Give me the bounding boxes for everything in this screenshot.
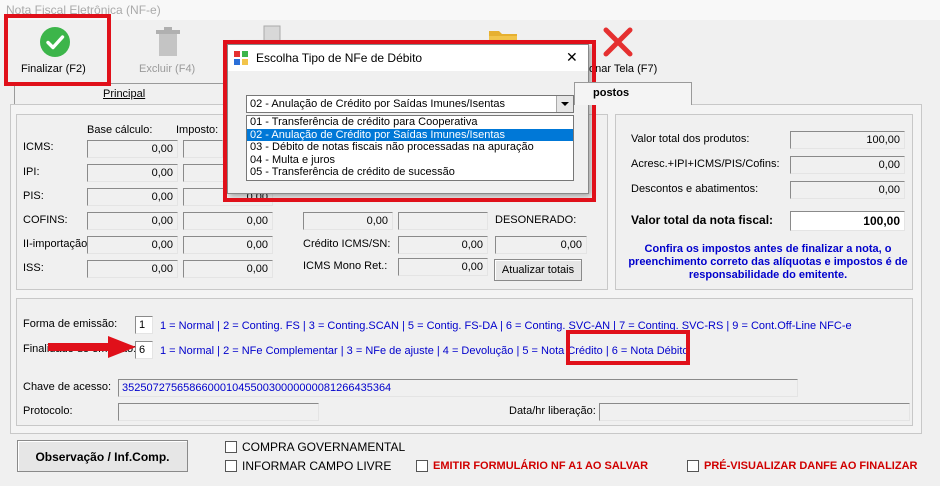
emitir-form-label: EMITIR FORMULÁRIO NF A1 AO SALVAR [433, 460, 649, 472]
icms-mono-label: ICMS Mono Ret.: [303, 260, 388, 272]
valor-nota-field[interactable]: 100,00 [790, 211, 905, 231]
ii-importacao-label: II-importação: [23, 238, 91, 250]
dropdown-option[interactable]: 03 - Débito de notas fiscais não process… [247, 141, 573, 154]
credito-icms-label: Crédito ICMS/SN: [303, 238, 391, 250]
observacao-button[interactable]: Observação / Inf.Comp. [17, 440, 188, 472]
document-icon [263, 25, 281, 43]
cofins-base-field[interactable]: 0,00 [87, 212, 178, 230]
credito-icms-field-2[interactable]: 0,00 [495, 236, 587, 254]
iss-base-field[interactable]: 0,00 [87, 260, 178, 278]
ipi-label: IPI: [23, 166, 40, 178]
excluir-label: Excluir (F4) [139, 63, 196, 75]
dialog-title: Escolha Tipo de NFe de Débito [256, 51, 423, 65]
icms-base-field[interactable]: 0,00 [87, 140, 178, 158]
iss-label: ISS: [23, 262, 44, 274]
dropdown-option[interactable]: 04 - Multa e juros [247, 154, 573, 167]
protocolo-field[interactable] [118, 403, 319, 421]
fechar-tela-label: onar Tela (F7) [589, 63, 658, 75]
campo-livre-label: INFORMAR CAMPO LIVRE [242, 459, 392, 473]
descontos-field[interactable]: 0,00 [790, 181, 905, 199]
warning-text: Confira os impostos antes de finalizar a… [628, 243, 908, 281]
pre-visualizar-checkbox[interactable] [687, 460, 699, 472]
atualizar-totais-button[interactable]: Atualizar totais [494, 259, 582, 281]
trash-icon [156, 27, 180, 56]
acresc-label: Acresc.+IPI+ICMS/PIS/Cofins: [631, 158, 780, 170]
tipo-nfe-dropdown-list: 01 - Transferência de crédito para Coope… [246, 115, 574, 181]
tab-principal-label: Principal [103, 88, 146, 100]
ii-base-field[interactable]: 0,00 [87, 236, 178, 254]
dropdown-option[interactable]: 05 - Transferência de crédito de sucessã… [247, 166, 573, 179]
valor-produtos-label: Valor total dos produtos: [631, 133, 750, 145]
forma-emissao-options: 1 = Normal | 2 = Conting. FS | 3 = Conti… [160, 320, 852, 332]
forma-emissao-label: Forma de emissão: [23, 318, 118, 330]
cofins-extra-field-2[interactable] [398, 212, 488, 230]
pis-label: PIS: [23, 190, 44, 202]
icms-imposto-field[interactable] [183, 140, 223, 158]
iss-imposto-field[interactable]: 0,00 [183, 260, 273, 278]
emitir-form-checkbox[interactable] [416, 460, 428, 472]
pre-visualizar-label: PRÉ-VISUALIZAR DANFE AO FINALIZAR [704, 460, 918, 472]
data-liberacao-field[interactable] [599, 403, 910, 421]
tab-impostos[interactable]: postos [574, 82, 692, 105]
window-title: Nota Fiscal Eletrônica (NF-e) [6, 3, 161, 17]
tipo-nfe-debito-dialog: Escolha Tipo de NFe de Débito ✕ 02 - Anu… [227, 44, 589, 194]
ipi-base-field[interactable]: 0,00 [87, 164, 178, 182]
chave-acesso-label: Chave de acesso: [23, 381, 112, 393]
ii-imposto-field[interactable]: 0,00 [183, 236, 273, 254]
cofins-imposto-field[interactable]: 0,00 [183, 212, 273, 230]
icms-label: ICMS: [23, 141, 54, 153]
combobox-selected-text: 02 - Anulação de Crédito por Saídas Imun… [250, 98, 505, 110]
close-x-icon [603, 27, 633, 57]
credito-icms-field-1[interactable]: 0,00 [398, 236, 488, 254]
acresc-field[interactable]: 0,00 [790, 156, 905, 174]
check-circle-icon [40, 27, 70, 57]
campo-livre-checkbox[interactable] [225, 460, 237, 472]
valor-produtos-field[interactable]: 100,00 [790, 131, 905, 149]
tipo-nfe-combobox[interactable]: 02 - Anulação de Crédito por Saídas Imun… [246, 95, 574, 113]
dropdown-option[interactable]: 01 - Transferência de crédito para Coope… [247, 116, 573, 129]
dialog-titlebar: Escolha Tipo de NFe de Débito ✕ [228, 45, 588, 71]
cofins-extra-field[interactable]: 0,00 [303, 212, 393, 230]
compra-gov-label: COMPRA GOVERNAMENTAL [242, 440, 406, 454]
window-titlebar: Nota Fiscal Eletrônica (NF-e) [0, 0, 940, 20]
descontos-label: Descontos e abatimentos: [631, 183, 759, 195]
dropdown-option-selected[interactable]: 02 - Anulação de Crédito por Saídas Imun… [247, 128, 573, 142]
compra-gov-checkbox[interactable] [225, 441, 237, 453]
chevron-down-icon[interactable] [556, 96, 573, 112]
chave-acesso-field[interactable]: 3525072756586600010455003000000008126643… [118, 379, 798, 397]
valor-nota-label: Valor total da nota fiscal: [631, 213, 774, 227]
finalizar-button[interactable]: Finalizar (F2) [6, 20, 106, 82]
pis-base-field[interactable]: 0,00 [87, 188, 178, 206]
dialog-close-icon[interactable]: ✕ [566, 49, 578, 66]
red-arrow-annotation [48, 336, 136, 358]
tab-principal[interactable]: Principal [14, 83, 259, 104]
data-liberacao-label: Data/hr liberação: [509, 405, 596, 417]
tab-impostos-label: postos [593, 87, 630, 99]
app-icon [234, 51, 248, 65]
imposto-header: Imposto: [176, 124, 219, 136]
finalizar-label: Finalizar (F2) [21, 63, 86, 75]
excluir-button[interactable]: Excluir (F4) [130, 20, 210, 82]
base-header: Base cálculo: [87, 124, 153, 136]
finalidade-emissao-options: 1 = Normal | 2 = NFe Complementar | 3 = … [160, 345, 689, 357]
fechar-tela-button[interactable]: onar Tela (F7) [580, 20, 670, 82]
desonerado-label: DESONERADO: [495, 214, 577, 226]
forma-emissao-input[interactable]: 1 [135, 316, 153, 334]
cofins-label: COFINS: [23, 214, 68, 226]
icms-mono-field[interactable]: 0,00 [398, 258, 488, 276]
protocolo-label: Protocolo: [23, 405, 73, 417]
